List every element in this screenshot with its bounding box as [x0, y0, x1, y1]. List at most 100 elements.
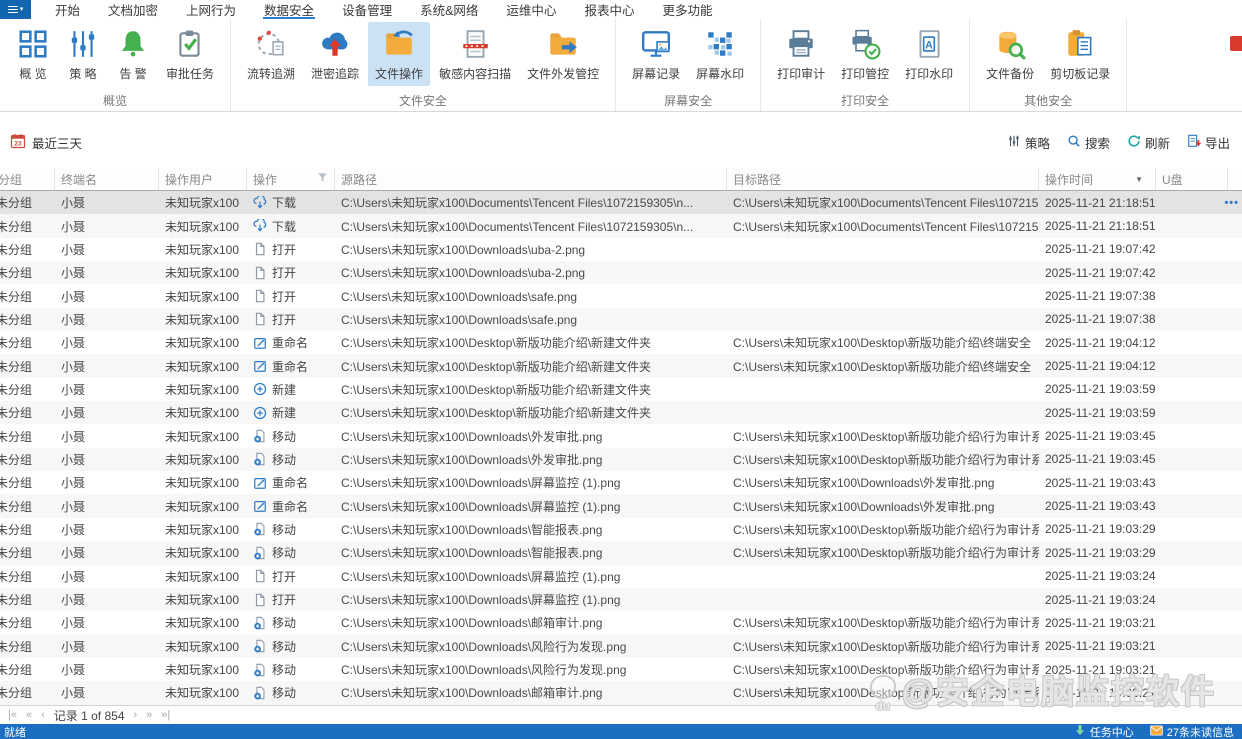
usb-cell: [1156, 518, 1228, 541]
menu-tab-5[interactable]: 设备管理: [328, 0, 406, 19]
refresh-button[interactable]: 刷新: [1127, 133, 1170, 152]
ribbon-item-folder-send[interactable]: 文件外发管控: [520, 22, 606, 86]
trace-cycle-icon: [254, 27, 288, 61]
table-row[interactable]: 未分组小聂未知玩家x100移动C:\Users\未知玩家x100\Downloa…: [0, 448, 1242, 471]
svg-text:A: A: [925, 39, 933, 51]
unread-messages-button[interactable]: 27条未读信息: [1150, 724, 1234, 739]
table-row[interactable]: 未分组小聂未知玩家x100移动C:\Users\未知玩家x100\Downloa…: [0, 541, 1242, 564]
menu-tab-2[interactable]: 文档加密: [94, 0, 172, 19]
table-row[interactable]: 未分组小聂未知玩家x100打开C:\Users\未知玩家x100\Downloa…: [0, 565, 1242, 588]
ribbon-item-folder-ops[interactable]: 文件操作: [368, 22, 430, 86]
ribbon-item-bell[interactable]: 告 警: [109, 22, 157, 86]
table-row[interactable]: 未分组小聂未知玩家x100打开C:\Users\未知玩家x100\Downloa…: [0, 284, 1242, 307]
menu-tab-1[interactable]: 开始: [41, 0, 94, 19]
first-page-button[interactable]: |«: [8, 709, 17, 721]
ribbon-item-grid[interactable]: 概 览: [9, 22, 57, 86]
table-row[interactable]: 未分组小聂未知玩家x100移动C:\Users\未知玩家x100\Downloa…: [0, 611, 1242, 634]
refresh-icon: [1127, 134, 1141, 151]
row-actions-icon[interactable]: •••: [1224, 191, 1239, 214]
filter-action-label: 导出: [1205, 133, 1230, 152]
column-header-7[interactable]: 操作时间▼: [1039, 168, 1156, 190]
date-range-filter[interactable]: 23 最近三天: [10, 133, 82, 152]
menu-tab-3[interactable]: 上网行为: [172, 0, 250, 19]
table-row[interactable]: 未分组小聂未知玩家x100重命名C:\Users\未知玩家x100\Deskto…: [0, 331, 1242, 354]
ribbon-item-cloud-leak[interactable]: 泄密追踪: [304, 22, 366, 86]
ribbon-item-printer-shield[interactable]: 打印管控: [834, 22, 896, 86]
column-header-2[interactable]: 终端名: [55, 168, 159, 190]
table-row[interactable]: 未分组小聂未知玩家x100打开C:\Users\未知玩家x100\Downloa…: [0, 308, 1242, 331]
ribbon-item-clipboard-doc[interactable]: 剪切板记录: [1043, 22, 1117, 86]
usb-cell: [1156, 471, 1228, 494]
menu-tab-4[interactable]: 数据安全: [250, 0, 328, 19]
table-row[interactable]: 未分组小聂未知玩家x100新建C:\Users\未知玩家x100\Desktop…: [0, 401, 1242, 424]
export-button[interactable]: 导出: [1187, 133, 1230, 152]
ribbon-item-db-search[interactable]: 文件备份: [979, 22, 1041, 86]
table-row[interactable]: 未分组小聂未知玩家x100重命名C:\Users\未知玩家x100\Downlo…: [0, 471, 1242, 494]
time-cell: 2025-11-21 19:03:59: [1039, 378, 1156, 401]
target-path-cell: C:\Users\未知玩家x100\Desktop\新版功能介绍\行为审计系统.…: [727, 635, 1039, 658]
ribbon-group: 流转追溯泄密追踪文件操作敏感内容扫描文件外发管控文件安全: [231, 19, 616, 111]
table-row[interactable]: 未分组小聂未知玩家x100移动C:\Users\未知玩家x100\Downloa…: [0, 658, 1242, 681]
source-path-cell: C:\Users\未知玩家x100\Downloads\屏幕监控 (1).png: [335, 588, 727, 611]
menu-tab-7[interactable]: 运维中心: [492, 0, 570, 19]
move-operation-icon: [253, 639, 267, 653]
column-header-4[interactable]: 操作: [247, 168, 335, 190]
ribbon-item-doc-a[interactable]: A打印水印: [898, 22, 960, 86]
policy-button[interactable]: 策略: [1007, 133, 1050, 152]
column-header-1[interactable]: 分组: [0, 168, 55, 190]
operation-label: 新建: [272, 404, 296, 421]
menu-tab-8[interactable]: 报表中心: [570, 0, 648, 19]
printer-shield-icon: [848, 27, 882, 61]
table-row[interactable]: 未分组小聂未知玩家x100移动C:\Users\未知玩家x100\Downloa…: [0, 635, 1242, 658]
table-row[interactable]: 未分组小聂未知玩家x100下载C:\Users\未知玩家x100\Documen…: [0, 214, 1242, 237]
user-cell: 未知玩家x100: [159, 238, 247, 261]
ribbon-item-screen-watermark[interactable]: 屏幕水印: [689, 22, 751, 86]
task-center-button[interactable]: 任务中心: [1074, 724, 1134, 739]
target-path-cell: [727, 565, 1039, 588]
next-page-button[interactable]: ›: [134, 709, 138, 721]
table-row[interactable]: 未分组小聂未知玩家x100下载C:\Users\未知玩家x100\Documen…: [0, 191, 1242, 214]
ribbon-item-screen-record[interactable]: 屏幕记录: [625, 22, 687, 86]
column-header-3[interactable]: 操作用户: [159, 168, 247, 190]
table-row[interactable]: 未分组小聂未知玩家x100打开C:\Users\未知玩家x100\Downloa…: [0, 238, 1242, 261]
table-row[interactable]: 未分组小聂未知玩家x100移动C:\Users\未知玩家x100\Downloa…: [0, 681, 1242, 704]
target-path-cell: [727, 308, 1039, 331]
target-path-cell: [727, 588, 1039, 611]
menu-tab-9[interactable]: 更多功能: [648, 0, 726, 19]
terminal-cell: 小聂: [55, 541, 159, 564]
ribbon-item-clipboard-check[interactable]: 审批任务: [159, 22, 221, 86]
column-header-5[interactable]: 源路径: [335, 168, 727, 190]
table-row[interactable]: 未分组小聂未知玩家x100新建C:\Users\未知玩家x100\Desktop…: [0, 378, 1242, 401]
group-cell: 未分组: [0, 588, 55, 611]
source-path-cell: C:\Users\未知玩家x100\Downloads\邮箱审计.png: [335, 611, 727, 634]
ribbon-item-doc-scan[interactable]: 敏感内容扫描: [432, 22, 518, 86]
grid-icon: [16, 27, 50, 61]
ribbon-item-trace-cycle[interactable]: 流转追溯: [240, 22, 302, 86]
app-menu-button[interactable]: ▾: [0, 0, 31, 19]
filter-funnel-icon[interactable]: [317, 172, 328, 186]
terminal-cell: 小聂: [55, 308, 159, 331]
fast-next-button[interactable]: »: [146, 709, 152, 721]
search-button[interactable]: 搜索: [1067, 133, 1110, 152]
column-header-8[interactable]: U盘: [1156, 168, 1228, 190]
operation-cell: 打开: [247, 284, 335, 307]
ribbon-item-sliders[interactable]: 策 略: [59, 22, 107, 86]
operation-cell: 新建: [247, 378, 335, 401]
time-cell: 2025-11-21 19:03:29: [1039, 541, 1156, 564]
column-header-6[interactable]: 目标路径: [727, 168, 1039, 190]
ribbon-item-label: 文件操作: [375, 65, 423, 82]
table-row[interactable]: 未分组小聂未知玩家x100打开C:\Users\未知玩家x100\Downloa…: [0, 261, 1242, 284]
table-row[interactable]: 未分组小聂未知玩家x100重命名C:\Users\未知玩家x100\Downlo…: [0, 494, 1242, 517]
menu-tab-6[interactable]: 系统&网络: [406, 0, 492, 19]
last-page-button[interactable]: »|: [161, 709, 170, 721]
table-row[interactable]: 未分组小聂未知玩家x100移动C:\Users\未知玩家x100\Downloa…: [0, 518, 1242, 541]
source-path-cell: C:\Users\未知玩家x100\Desktop\新版功能介绍\新建文件夹: [335, 354, 727, 377]
move-operation-icon: [253, 452, 267, 466]
prev-page-button[interactable]: ‹: [41, 709, 45, 721]
table-row[interactable]: 未分组小聂未知玩家x100重命名C:\Users\未知玩家x100\Deskto…: [0, 354, 1242, 377]
operation-cell: 打开: [247, 238, 335, 261]
table-row[interactable]: 未分组小聂未知玩家x100移动C:\Users\未知玩家x100\Downloa…: [0, 424, 1242, 447]
fast-prev-button[interactable]: «: [26, 709, 32, 721]
table-row[interactable]: 未分组小聂未知玩家x100打开C:\Users\未知玩家x100\Downloa…: [0, 588, 1242, 611]
ribbon-item-printer[interactable]: 打印审计: [770, 22, 832, 86]
